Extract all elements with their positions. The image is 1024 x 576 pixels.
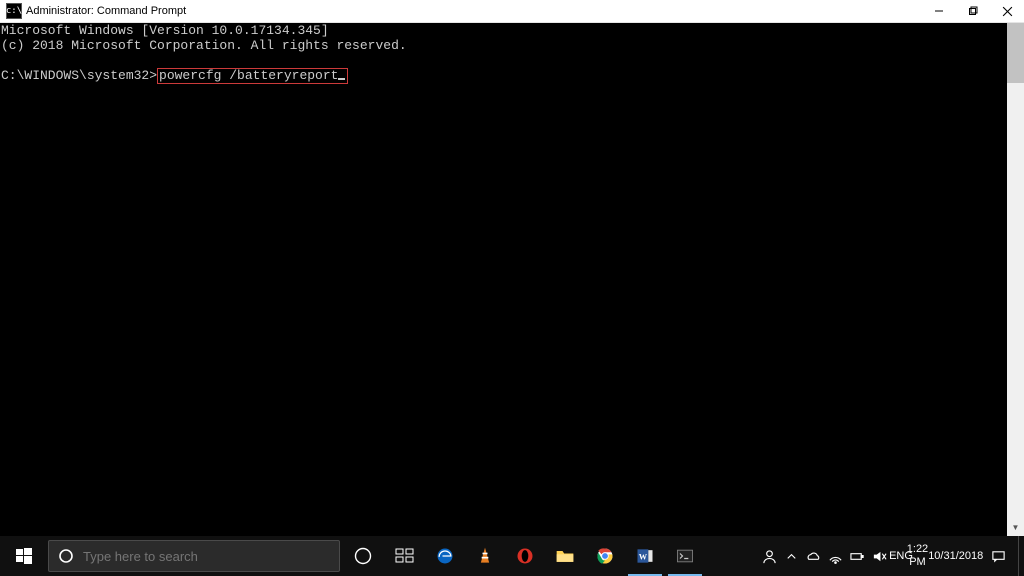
clock-time: 1:22 PM — [907, 543, 928, 569]
close-button[interactable] — [990, 0, 1024, 23]
minimize-button[interactable] — [922, 0, 956, 23]
windows-logo-icon — [16, 548, 32, 564]
tray-overflow-chevron[interactable] — [780, 536, 802, 576]
tray-clock[interactable]: 1:22 PM 10/31/2018 — [912, 536, 978, 576]
vlc-icon — [475, 546, 495, 566]
word-icon: W — [635, 546, 655, 566]
show-desktop-button[interactable] — [1018, 536, 1024, 576]
tray-network-icon[interactable] — [824, 536, 846, 576]
start-button[interactable] — [0, 536, 48, 576]
prompt-path: C:\WINDOWS\system32> — [1, 68, 157, 83]
system-tray: ENG 1:22 PM 10/31/2018 — [758, 536, 1024, 576]
console-line-copyright: (c) 2018 Microsoft Corporation. All righ… — [1, 38, 407, 53]
microphone-icon — [354, 547, 372, 565]
console-output: Microsoft Windows [Version 10.0.17134.34… — [0, 23, 1024, 536]
cortana-circle-icon — [49, 548, 83, 564]
search-input[interactable] — [83, 549, 339, 564]
opera-icon — [515, 546, 535, 566]
command-highlight: powercfg /batteryreport — [157, 68, 348, 84]
task-view-button[interactable] — [385, 536, 425, 576]
taskbar-app-vlc[interactable] — [465, 536, 505, 576]
taskbar-app-file-explorer[interactable] — [545, 536, 585, 576]
taskbar-search[interactable] — [48, 540, 340, 572]
terminal-icon — [675, 546, 695, 566]
chrome-icon — [595, 546, 615, 566]
cmd-app-icon: c:\ — [6, 3, 22, 19]
clock-date: 10/31/2018 — [928, 550, 983, 563]
tray-people-icon[interactable] — [758, 536, 780, 576]
text-cursor — [338, 78, 345, 80]
console-line-version: Microsoft Windows [Version 10.0.17134.34… — [1, 23, 329, 38]
tray-onedrive-icon[interactable] — [802, 536, 824, 576]
maximize-button[interactable] — [956, 0, 990, 23]
taskbar-app-opera[interactable] — [505, 536, 545, 576]
svg-text:W: W — [639, 552, 648, 561]
edge-icon — [435, 546, 455, 566]
taskbar-app-word[interactable]: W — [625, 536, 665, 576]
console-area[interactable]: Microsoft Windows [Version 10.0.17134.34… — [0, 23, 1024, 536]
typed-command: powercfg /batteryreport — [159, 68, 338, 83]
window-title: Administrator: Command Prompt — [26, 5, 186, 17]
tray-action-center[interactable] — [978, 536, 1018, 576]
scrollbar-thumb[interactable] — [1007, 23, 1024, 83]
cortana-button[interactable] — [341, 536, 385, 576]
taskbar-app-cmd[interactable] — [665, 536, 705, 576]
window-titlebar: c:\ Administrator: Command Prompt — [0, 0, 1024, 23]
task-view-icon — [395, 546, 415, 566]
tray-battery-icon[interactable] — [846, 536, 868, 576]
tray-volume-icon[interactable] — [868, 536, 890, 576]
taskbar: W ENG 1:22 PM — [0, 536, 1024, 576]
taskbar-app-edge[interactable] — [425, 536, 465, 576]
folder-icon — [555, 546, 575, 566]
vertical-scrollbar[interactable]: ▲ ▼ — [1007, 23, 1024, 536]
taskbar-app-chrome[interactable] — [585, 536, 625, 576]
scroll-down-arrow[interactable]: ▼ — [1007, 519, 1024, 536]
